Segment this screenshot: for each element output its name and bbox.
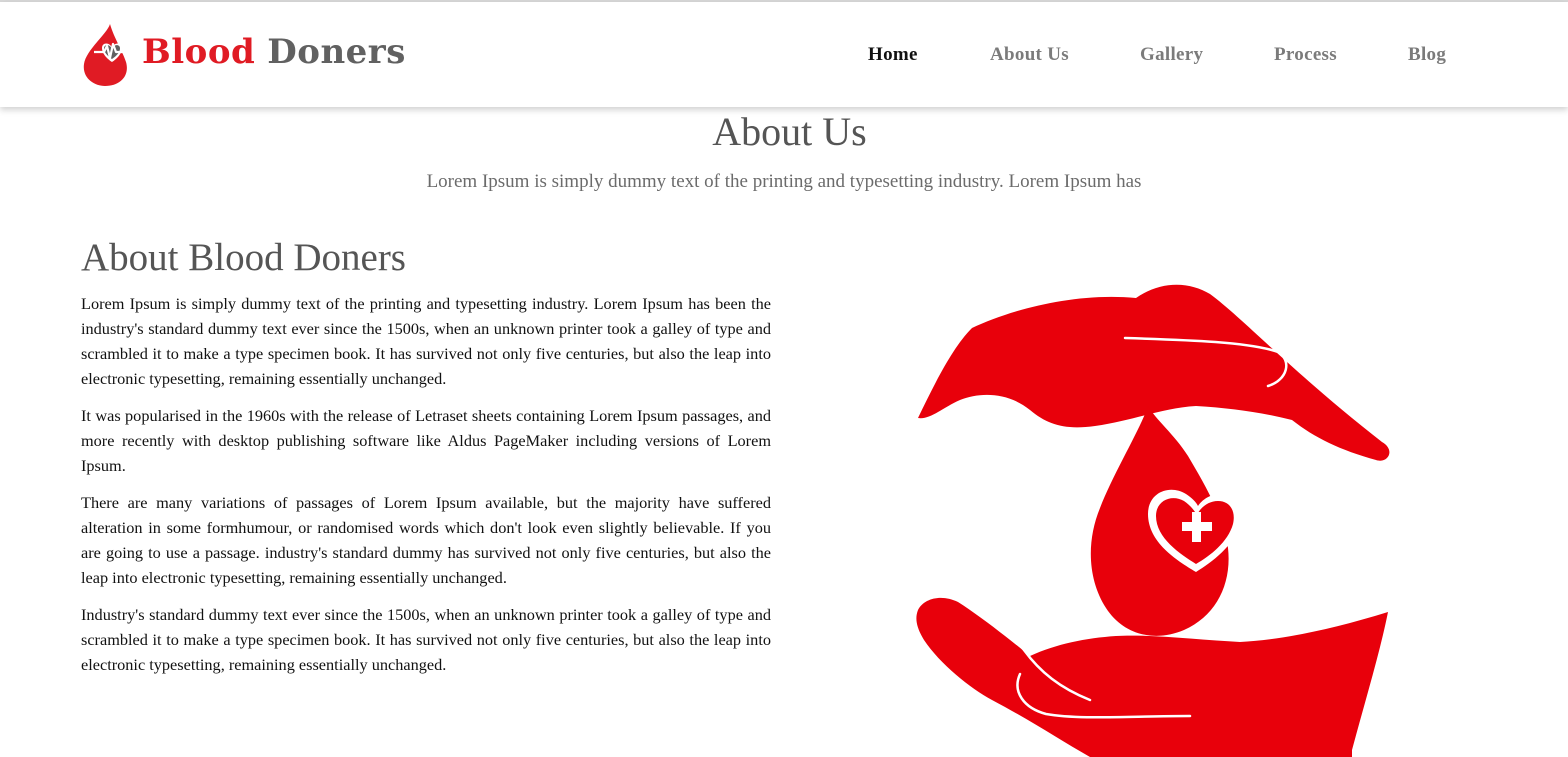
about-content: About Blood Doners Lorem Ipsum is simply… [81,233,771,689]
nav-blog[interactable]: Blog [1408,44,1446,66]
nav-home[interactable]: Home [868,44,918,66]
hands-protecting-blood-drop-icon [916,284,1390,757]
blood-donation-illustration [900,280,1400,757]
paragraph-3: There are many variations of passages of… [81,493,771,587]
main-nav: Home About Us Gallery Process Blog [0,44,1568,72]
page-subtitle: Lorem Ipsum is simply dummy text of the … [426,171,1142,192]
section-heading: About Blood Doners [81,236,406,279]
about-us-section-header: About Us Lorem Ipsum is simply dummy tex… [0,108,1568,194]
paragraph-1: Lorem Ipsum is simply dummy text of the … [81,294,771,388]
page-title: About Us [712,109,867,154]
nav-about-us[interactable]: About Us [990,44,1069,66]
site-header: Blood Doners Home About Us Gallery Proces… [0,2,1568,107]
paragraph-2: It was popularised in the 1960s with the… [81,406,771,475]
nav-gallery[interactable]: Gallery [1140,44,1203,66]
nav-process[interactable]: Process [1274,44,1337,66]
paragraph-4: Industry's standard dummy text ever sinc… [81,605,771,674]
